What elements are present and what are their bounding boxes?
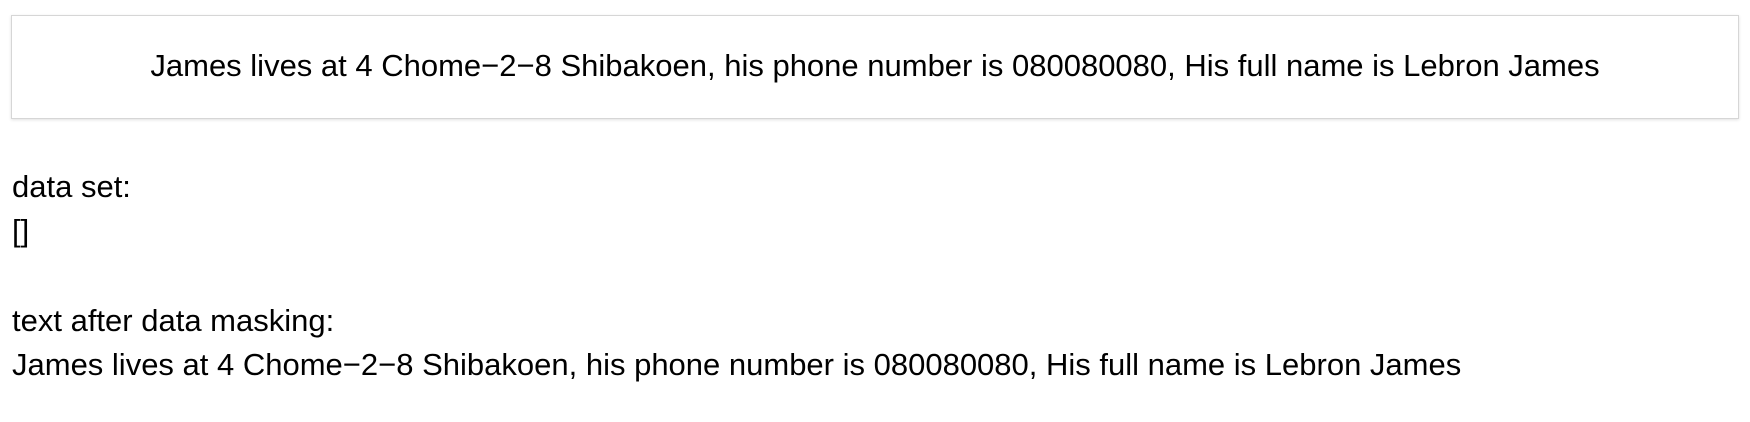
data-set-value: [] <box>12 213 30 248</box>
data-set-label: data set: <box>12 169 131 204</box>
input-text: James lives at 4 Chome−2−8 Shibakoen, hi… <box>150 48 1600 83</box>
text-input-box[interactable]: James lives at 4 Chome−2−8 Shibakoen, hi… <box>11 15 1739 119</box>
masked-text-label: text after data masking: <box>12 303 335 338</box>
masked-text-output: James lives at 4 Chome−2−8 Shibakoen, hi… <box>12 347 1462 382</box>
